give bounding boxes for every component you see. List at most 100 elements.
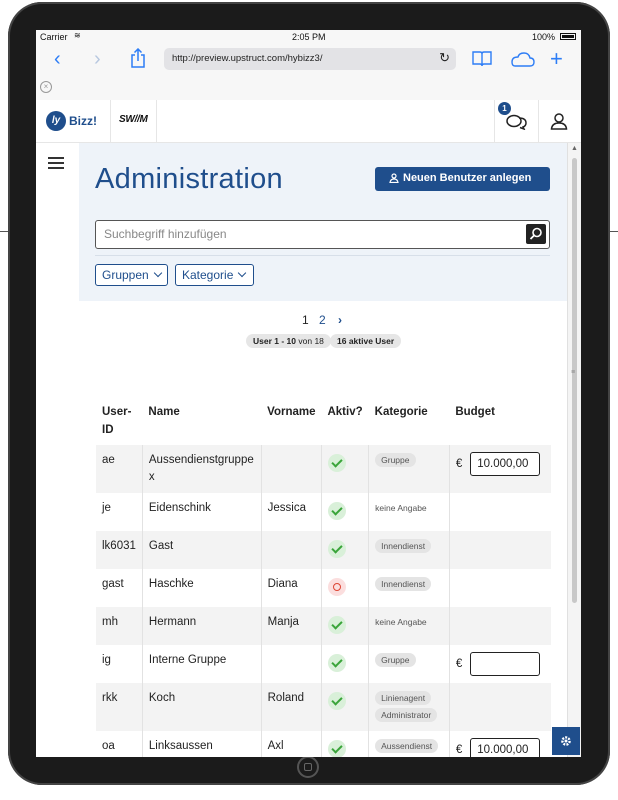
check-icon[interactable] [327, 692, 346, 710]
cell-budget [448, 531, 551, 569]
cell-user-id: ae [96, 445, 143, 493]
table-row[interactable]: gast Haschke Diana Innendienst [96, 569, 551, 607]
cloud-icon[interactable] [509, 51, 535, 67]
page-title: Administration [95, 163, 283, 195]
col-header-budget[interactable]: Budget [449, 403, 551, 445]
url-bar[interactable]: http://preview.upstruct.com/hybizz3/ ↻ [164, 48, 456, 70]
gear-icon [561, 736, 571, 746]
table-header-row: User- ID Name Vorname Aktiv? Kategorie Bu… [96, 403, 551, 445]
table-row[interactable]: je Eidenschink Jessica keine Angabe [96, 493, 551, 531]
reload-icon[interactable]: ↻ [439, 50, 450, 66]
table-row[interactable]: ig Interne Gruppe Gruppe € [96, 645, 551, 683]
app-header: ly Bizz! SW//M 1 [36, 100, 581, 143]
filter-kategorie[interactable]: Kategorie [175, 264, 254, 286]
cell-user-id: gast [102, 578, 124, 590]
user-range-rest: von 18 [298, 336, 324, 346]
bizz-logo-mark: ly [46, 111, 66, 131]
edge-mark-right [610, 231, 618, 232]
forward-icon[interactable]: › [94, 47, 101, 71]
search-input[interactable]: Suchbegriff hinzufügen [95, 220, 550, 249]
cell-vorname: Manja [260, 607, 322, 645]
table-row[interactable]: lk6031 Gast Innendienst [96, 531, 551, 569]
panel-divider [95, 255, 550, 256]
cell-name: Hermann [141, 607, 262, 645]
cell-name: Linksaussen [141, 731, 262, 757]
table-row[interactable]: mh Hermann Manja keine Angabe [96, 607, 551, 645]
check-icon[interactable] [327, 654, 346, 672]
new-user-button[interactable]: Neuen Benutzer anlegen [375, 167, 550, 191]
page-2-link[interactable]: 2 [319, 313, 326, 327]
battery-percent: 100% [531, 32, 555, 42]
cell-kategorie: Gruppe [368, 445, 450, 493]
next-page-icon[interactable]: › [338, 313, 342, 327]
cell-name: Gast [141, 531, 262, 569]
scroll-up-icon[interactable]: ▲ [571, 145, 578, 152]
filter-gruppen[interactable]: Gruppen [95, 264, 168, 286]
check-icon[interactable] [327, 740, 346, 757]
budget-input[interactable]: 10.000,00 [470, 452, 541, 476]
check-icon[interactable] [327, 502, 346, 520]
col-header-kategorie[interactable]: Kategorie [369, 403, 450, 445]
header-divider [156, 100, 157, 142]
cell-kategorie: Gruppe [368, 645, 450, 683]
budget-input[interactable]: 10.000,00 [470, 738, 541, 757]
search-placeholder: Suchbegriff hinzufügen [104, 227, 227, 241]
menu-icon[interactable] [48, 157, 64, 169]
col-header-vorname[interactable]: Vorname [261, 403, 321, 445]
table-body: ae Aussendienstgruppe x Gruppe €10.000,00 je… [96, 445, 551, 757]
currency-label: € [455, 457, 463, 470]
scrollbar[interactable]: ▲ ≡ [567, 143, 581, 757]
page-1-link[interactable]: 1 [302, 313, 309, 327]
cell-name: Eidenschink [141, 493, 262, 531]
users-table: User- ID Name Vorname Aktiv? Kategorie Bu… [96, 403, 551, 757]
cell-aktiv [320, 683, 369, 731]
cell-budget [448, 683, 551, 731]
col-header-user-id[interactable]: User- ID [96, 403, 142, 445]
cell-name: Aussendienstgruppe x [141, 445, 262, 493]
table-row[interactable]: ae Aussendienstgruppe x Gruppe €10.000,00 [96, 445, 551, 493]
category-tag: Linienagent [375, 691, 432, 705]
cell-kategorie: Linienagent Administrator [368, 683, 450, 731]
user-icon[interactable] [550, 112, 568, 130]
col-header-name[interactable]: Name [142, 403, 261, 445]
home-button[interactable] [297, 756, 319, 778]
user-add-icon [389, 173, 399, 183]
scroll-grip-icon: ≡ [571, 369, 576, 376]
chat-icon[interactable] [506, 114, 528, 130]
cell-kategorie: keine Angabe [368, 607, 450, 645]
header-divider [538, 100, 539, 142]
close-tab-icon[interactable]: × [40, 81, 52, 93]
swim-logo[interactable]: SW//M [119, 114, 148, 125]
settings-button[interactable] [552, 727, 580, 755]
admin-panel: Administration Neuen Benutzer anlegen Su… [79, 143, 567, 301]
bookmarks-icon[interactable] [472, 50, 492, 67]
browser-toolbar: ‹ › http://preview.upstruct.com/hybizz3/… [36, 44, 581, 74]
budget-input[interactable] [470, 652, 541, 676]
chevron-down-icon [238, 268, 247, 278]
main-content: Administration Neuen Benutzer anlegen Su… [79, 143, 567, 757]
url-text: http://preview.upstruct.com/hybizz3/ [172, 53, 323, 64]
bizz-logo[interactable]: ly Bizz! [46, 109, 97, 133]
user-range-bold: User 1 - 10 [253, 336, 296, 346]
share-icon[interactable] [130, 48, 146, 68]
check-icon[interactable] [327, 540, 346, 558]
scroll-thumb[interactable] [572, 158, 577, 603]
cell-aktiv [320, 493, 369, 531]
category-tag: Gruppe [375, 453, 416, 467]
back-icon[interactable]: ‹ [54, 47, 61, 71]
check-icon[interactable] [327, 454, 346, 472]
tab-row: × [36, 74, 581, 101]
user-range-badge: User 1 - 10 von 18 [246, 334, 331, 348]
new-tab-icon[interactable]: + [550, 47, 563, 71]
table-row[interactable]: oa Linksaussen Axl Aussendienst €10.000,00 [96, 731, 551, 757]
search-button[interactable] [526, 224, 546, 244]
cell-budget: €10.000,00 [448, 445, 551, 493]
cell-budget: €10.000,00 [448, 731, 551, 757]
table-row[interactable]: rkk Koch Roland Linienagent Administrator [96, 683, 551, 731]
inactive-icon[interactable] [327, 578, 346, 596]
cell-budget [448, 493, 551, 531]
check-icon[interactable] [327, 616, 346, 634]
cell-vorname: Axl [260, 731, 322, 757]
cell-budget [448, 607, 551, 645]
col-header-aktiv[interactable]: Aktiv? [321, 403, 368, 445]
